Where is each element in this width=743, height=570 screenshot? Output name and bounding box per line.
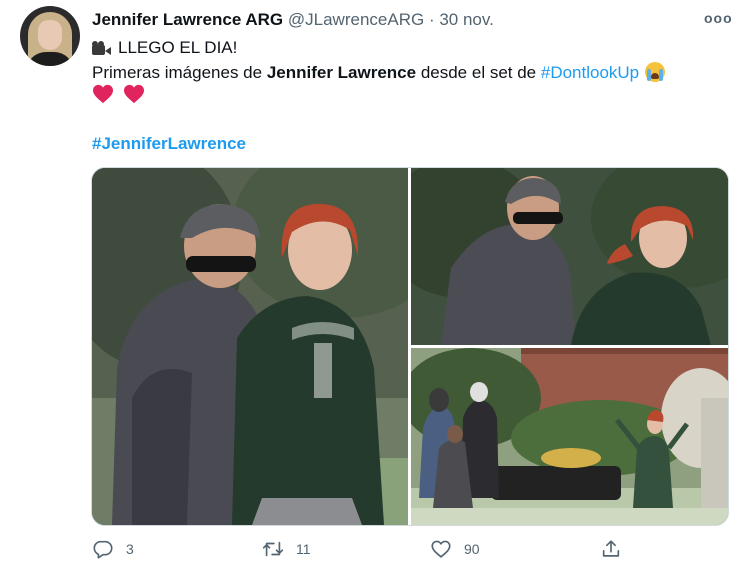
like-count: 90 (464, 541, 480, 557)
tweet-text-headline: LLEGO EL DIA! (118, 38, 238, 57)
heart-emoji-icon (92, 84, 114, 104)
author-avatar[interactable] (20, 6, 80, 66)
tweet-line-hashtag: #JenniferLawrence (92, 134, 246, 154)
like-icon (430, 538, 452, 560)
author-name[interactable]: Jennifer Lawrence ARG (92, 10, 283, 29)
hashtag-dontlookup-link[interactable]: #DontlookUp (541, 63, 639, 82)
retweet-button[interactable]: 11 (262, 538, 311, 560)
share-button[interactable] (600, 538, 622, 560)
tweet-photo-1[interactable] (92, 168, 408, 525)
tweet-date[interactable]: 30 nov. (439, 10, 494, 29)
reply-icon (92, 538, 114, 560)
tweet-photo-2[interactable] (411, 168, 728, 345)
reply-button[interactable]: 3 (92, 538, 134, 560)
media-grid (91, 167, 729, 526)
tweet-text-mid: desde el set de (416, 63, 541, 82)
tweet-header: Jennifer Lawrence ARG @JLawrenceARG · 30… (92, 10, 494, 30)
retweet-count: 11 (296, 541, 311, 557)
tweet-text-bold-name: Jennifer Lawrence (266, 63, 417, 82)
avatar-face (38, 20, 62, 50)
heart-emoji-icon (123, 84, 145, 104)
like-button[interactable]: 90 (430, 538, 480, 560)
tweet-line-2: Primeras imágenes de Jennifer Lawrence d… (92, 62, 666, 83)
header-separator: · (428, 10, 435, 29)
crying-face-icon (645, 62, 666, 82)
retweet-icon (262, 538, 284, 560)
author-handle[interactable]: @JLawrenceARG (288, 10, 424, 29)
tweet-text-intro: Primeras imágenes de (92, 63, 267, 82)
tweet-actions: 3 11 90 (0, 538, 743, 564)
tweet-line-1: LLEGO EL DIA! (92, 38, 237, 58)
tweet-photo-3[interactable] (411, 348, 728, 525)
more-options-icon[interactable]: ooo (704, 10, 733, 26)
share-icon (600, 538, 622, 560)
movie-camera-icon (92, 41, 111, 55)
reply-count: 3 (126, 541, 134, 557)
hashtag-jenniferlawrence-link[interactable]: #JenniferLawrence (92, 134, 246, 153)
